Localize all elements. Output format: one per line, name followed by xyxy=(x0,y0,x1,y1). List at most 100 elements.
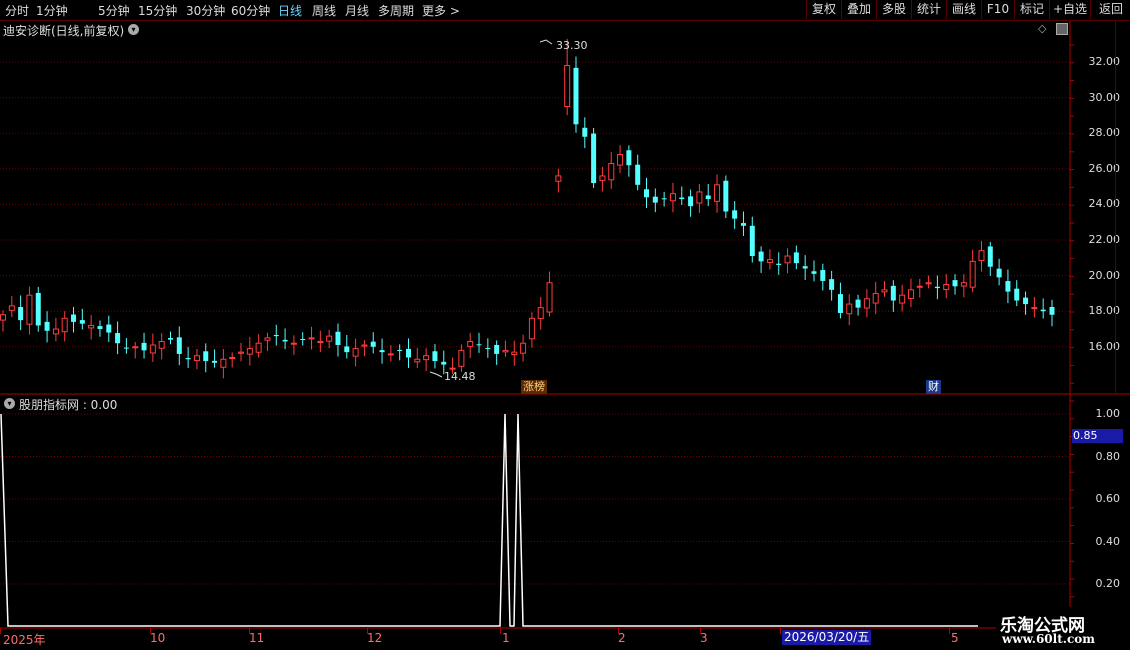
candle-body-up xyxy=(511,351,518,356)
indicator-line xyxy=(0,413,978,627)
candle-body-up xyxy=(907,289,914,299)
candle-body-down xyxy=(203,351,209,362)
indicator-tick-label: 0.80 xyxy=(1095,449,1121,463)
candle-body-up xyxy=(863,298,870,309)
candle-body-up xyxy=(555,175,562,182)
xaxis-label: 12 xyxy=(367,631,383,645)
candle-body-down xyxy=(71,314,77,322)
candle-body-down xyxy=(44,321,50,331)
candle-body-down xyxy=(379,350,385,353)
candle-body-up xyxy=(229,356,236,359)
indicator-tick-label: 1.00 xyxy=(1095,407,1121,420)
candle-body-up xyxy=(132,346,139,349)
candle-body-up xyxy=(916,285,923,288)
crosshair-date-label: 2026/03/20/五 xyxy=(782,630,872,645)
candle-body-up xyxy=(520,342,527,354)
low-price-label: 14.48 xyxy=(444,370,476,383)
candle-body-up xyxy=(423,355,430,361)
candle-body-down xyxy=(890,285,896,301)
candle-body-up xyxy=(220,358,227,368)
candle-body-up xyxy=(669,193,676,202)
candle-body-down xyxy=(1014,288,1020,301)
candle-body-down xyxy=(167,338,173,340)
candle-body-down xyxy=(635,164,641,185)
candle-body-down xyxy=(212,360,218,363)
candle-body-down xyxy=(644,189,650,198)
price-tick-label: 20.00 xyxy=(1088,268,1121,282)
xaxis-label: 1 xyxy=(502,631,510,645)
price-tick-label: 18.00 xyxy=(1088,304,1121,318)
candle-body-down xyxy=(35,292,41,326)
candle-body-down xyxy=(811,271,817,274)
candle-body-up xyxy=(0,314,6,321)
candle-body-down xyxy=(1023,297,1029,305)
candle-body-up xyxy=(1031,307,1038,310)
candle-body-up xyxy=(502,349,509,353)
price-tick-label: 24.00 xyxy=(1088,197,1121,211)
candle-body-up xyxy=(881,289,888,293)
candle-body-down xyxy=(591,133,597,184)
candle-body-up xyxy=(61,317,68,333)
xaxis-label: 5 xyxy=(951,631,959,645)
candle-body-up xyxy=(872,292,879,304)
candle-body-up xyxy=(564,65,571,107)
price-tick-label: 26.00 xyxy=(1088,161,1121,175)
candle-body-up xyxy=(317,340,324,343)
candle-body-up xyxy=(608,162,615,181)
candle-body-down xyxy=(829,279,835,290)
candle-body-up xyxy=(264,337,271,341)
candle-body-down xyxy=(802,266,808,269)
candle-body-up xyxy=(766,259,773,263)
indicator-tick-label: 0.20 xyxy=(1095,577,1121,590)
candle-body-up xyxy=(599,175,606,181)
candle-body-down xyxy=(679,197,685,200)
candle-body-down xyxy=(300,339,306,341)
candle-body-down xyxy=(740,223,746,226)
candle-body-down xyxy=(97,326,103,329)
candle-body-down xyxy=(79,320,85,324)
candle-body-down xyxy=(749,225,755,257)
xaxis-label: 11 xyxy=(249,631,265,645)
financial-badge[interactable]: 财 xyxy=(926,380,941,394)
candle-body-up xyxy=(467,340,474,348)
candle-body-down xyxy=(987,246,993,267)
candle-body-up xyxy=(528,317,535,340)
indicator-tick-label: 0.60 xyxy=(1095,492,1121,505)
high-price-label: 33.30 xyxy=(556,39,588,52)
candle-body-down xyxy=(1040,309,1046,312)
chart-frame xyxy=(0,21,1130,634)
candle-body-up xyxy=(246,348,253,355)
candle-body-up xyxy=(326,335,333,342)
current-value-badge: 0.85 xyxy=(1072,429,1123,443)
indicator-title: 股朋指标网 : 0.00 xyxy=(19,398,118,412)
candle-body-up xyxy=(714,184,721,202)
candle-body-down xyxy=(626,150,632,166)
candle-body-up xyxy=(846,303,853,315)
site-watermark: 乐淘公式网 www.60lt.com xyxy=(996,607,1130,650)
high-pointer xyxy=(539,39,553,45)
candle-body-down xyxy=(1005,281,1011,292)
zhangbang-badge[interactable]: 涨榜 xyxy=(521,380,547,394)
candle-body-down xyxy=(344,346,350,353)
candle-body-down xyxy=(273,335,279,337)
chevron-down-icon[interactable]: ▾ xyxy=(4,398,15,409)
candle-body-down xyxy=(405,348,411,358)
candle-body-up xyxy=(537,307,544,319)
candle-body-down xyxy=(573,67,579,125)
candle-body-down xyxy=(1049,306,1055,315)
candle-body-up xyxy=(255,342,262,353)
candle-body-up xyxy=(449,367,456,370)
candle-body-up xyxy=(361,344,368,347)
candle-body-down xyxy=(476,344,482,346)
candle-body-up xyxy=(696,191,703,204)
candle-body-up xyxy=(899,294,906,304)
xaxis-label: 2 xyxy=(618,631,626,645)
candle-body-up xyxy=(238,351,245,354)
candle-body-up xyxy=(352,348,359,357)
candle-body-down xyxy=(485,348,491,350)
candle-body-up xyxy=(960,282,967,287)
candle-body-down xyxy=(776,263,782,265)
candle-body-down xyxy=(661,198,667,200)
candle-body-up xyxy=(978,250,985,261)
candle-body-down xyxy=(185,357,191,360)
